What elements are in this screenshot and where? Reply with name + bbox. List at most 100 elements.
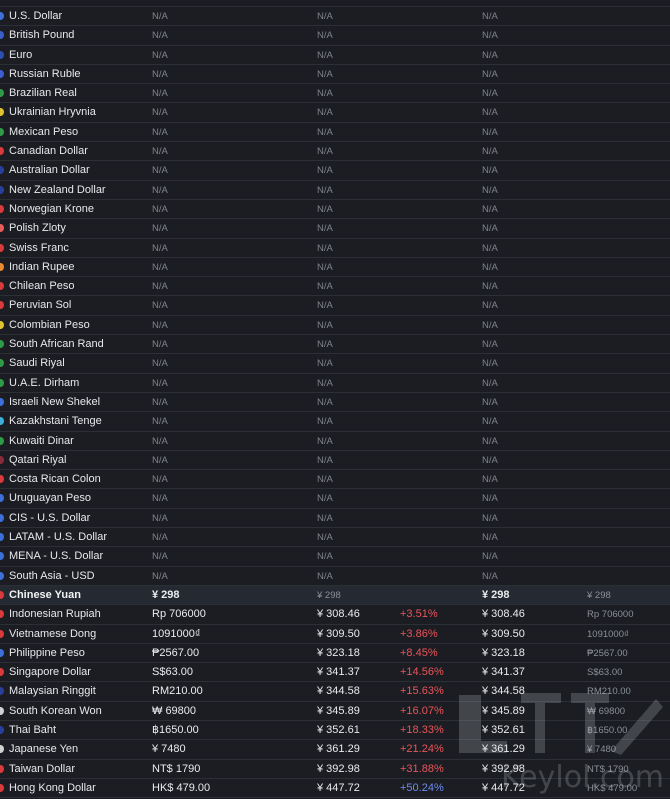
lowest-price: N/A	[482, 532, 498, 544]
price-difference: +21.24%	[400, 743, 444, 756]
lowest-price: ¥ 352.61	[482, 723, 525, 736]
local-price: N/A	[152, 165, 168, 177]
lowest-price: N/A	[482, 493, 498, 505]
table-row: Australian Dollar N/A N/A N/A	[0, 161, 670, 181]
flag-icon	[0, 108, 4, 117]
currency-name: Chinese Yuan	[9, 588, 81, 601]
price-difference: +31.88%	[400, 762, 444, 775]
lowest-price: N/A	[482, 358, 498, 370]
flag-icon	[0, 224, 4, 233]
price-difference: +18.33%	[400, 723, 444, 736]
flag-icon	[0, 262, 4, 271]
table-row: Mexican Peso N/A N/A N/A	[0, 123, 670, 143]
flag-icon	[0, 745, 4, 754]
converted-price: N/A	[317, 68, 333, 80]
flag-icon	[0, 397, 4, 406]
lowest-local-price: Rp 706000	[587, 609, 634, 621]
currency-name: Kazakhstani Tenge	[9, 415, 102, 428]
local-price: ¥ 298	[152, 588, 180, 601]
local-price: ₱2567.00	[152, 646, 200, 659]
table-row: Israeli New Shekel N/A N/A N/A	[0, 393, 670, 413]
currency-name: Indonesian Rupiah	[9, 608, 101, 621]
table-row: Brazilian Real N/A N/A N/A	[0, 84, 670, 104]
converted-price: ¥ 341.37	[317, 666, 360, 679]
lowest-price: ¥ 341.37	[482, 666, 525, 679]
local-price: N/A	[152, 377, 168, 389]
table-row: Colombian Peso N/A N/A N/A	[0, 316, 670, 336]
local-price: N/A	[152, 396, 168, 408]
lowest-local-price: ¥ 298	[587, 589, 611, 601]
lowest-price: N/A	[482, 107, 498, 119]
local-price: N/A	[152, 493, 168, 505]
currency-name: South Asia - USD	[9, 569, 95, 582]
lowest-local-price: HK$ 479.00	[587, 782, 638, 794]
local-price: N/A	[152, 11, 168, 22]
local-price: N/A	[152, 339, 168, 351]
local-price: HK$ 479.00	[152, 781, 211, 794]
local-price: N/A	[152, 68, 168, 80]
flag-icon	[0, 436, 4, 445]
lowest-price: ¥ 323.18	[482, 646, 525, 659]
lowest-price: N/A	[482, 474, 498, 486]
lowest-price: ¥ 361.29	[482, 743, 525, 756]
local-price: RM210.00	[152, 685, 203, 698]
currency-name: LATAM - U.S. Dollar	[9, 531, 107, 544]
flag-icon	[0, 69, 4, 78]
converted-price: N/A	[317, 493, 333, 505]
price-difference: +8.45%	[400, 646, 438, 659]
flag-icon	[0, 610, 4, 619]
lowest-price: N/A	[482, 165, 498, 177]
currency-name: South African Rand	[9, 338, 104, 351]
table-row: South Asia - USD N/A N/A N/A	[0, 567, 670, 586]
table-row: Malaysian Ringgit RM210.00 ¥ 344.58 +15.63%…	[0, 682, 670, 702]
converted-price: N/A	[317, 126, 333, 138]
local-price: N/A	[152, 474, 168, 486]
currency-name: Indian Rupee	[9, 260, 75, 273]
lowest-price: N/A	[482, 30, 498, 42]
currency-name: Philippine Peso	[9, 646, 85, 659]
local-price: N/A	[152, 126, 168, 138]
currency-name: Euro	[9, 48, 33, 61]
local-price: N/A	[152, 242, 168, 254]
currency-name: Taiwan Dollar	[9, 762, 76, 775]
lowest-price: ¥ 344.58	[482, 685, 525, 698]
currency-name: CIS - U.S. Dollar	[9, 511, 91, 524]
converted-price: ¥ 352.61	[317, 723, 360, 736]
currency-name: Thai Baht	[9, 723, 57, 736]
converted-price: N/A	[317, 242, 333, 254]
currency-name: Swiss Franc	[9, 241, 69, 254]
local-price: NT$ 1790	[152, 762, 201, 775]
local-price: S$63.00	[152, 666, 193, 679]
table-top-border	[0, 0, 670, 7]
lowest-local-price: S$63.00	[587, 667, 623, 679]
table-row: Kuwaiti Dinar N/A N/A N/A	[0, 432, 670, 451]
local-price: Rp 706000	[152, 608, 206, 621]
lowest-price: N/A	[482, 512, 498, 524]
table-row: Saudi Riyal N/A N/A N/A	[0, 354, 670, 374]
converted-price: N/A	[317, 396, 333, 408]
flag-icon	[0, 378, 4, 387]
local-price: N/A	[152, 551, 168, 563]
local-price: N/A	[152, 261, 168, 273]
flag-icon	[0, 359, 4, 368]
currency-name: Ukrainian Hryvnia	[9, 106, 96, 119]
flag-icon	[0, 455, 4, 464]
converted-price: N/A	[317, 203, 333, 215]
flag-icon	[0, 571, 4, 580]
lowest-price: N/A	[482, 126, 498, 138]
lowest-price: N/A	[482, 68, 498, 80]
lowest-price: ¥ 345.89	[482, 704, 525, 717]
lowest-local-price: ₩ 69800	[587, 705, 626, 717]
currency-name: Kuwaiti Dinar	[9, 434, 74, 447]
converted-price: ¥ 361.29	[317, 743, 360, 756]
lowest-price: N/A	[482, 223, 498, 235]
table-row: Polish Zloty N/A N/A N/A	[0, 219, 670, 239]
table-row: South Korean Won ₩ 69800 ¥ 345.89 +16.07% ¥ …	[0, 702, 670, 721]
table-row: Norwegian Krone N/A N/A N/A	[0, 200, 670, 220]
lowest-local-price: ฿1650.00	[587, 724, 628, 736]
lowest-price: N/A	[482, 281, 498, 293]
local-price: N/A	[152, 146, 168, 158]
currency-name: Canadian Dollar	[9, 145, 88, 158]
converted-price: N/A	[317, 339, 333, 351]
local-price: N/A	[152, 570, 168, 582]
